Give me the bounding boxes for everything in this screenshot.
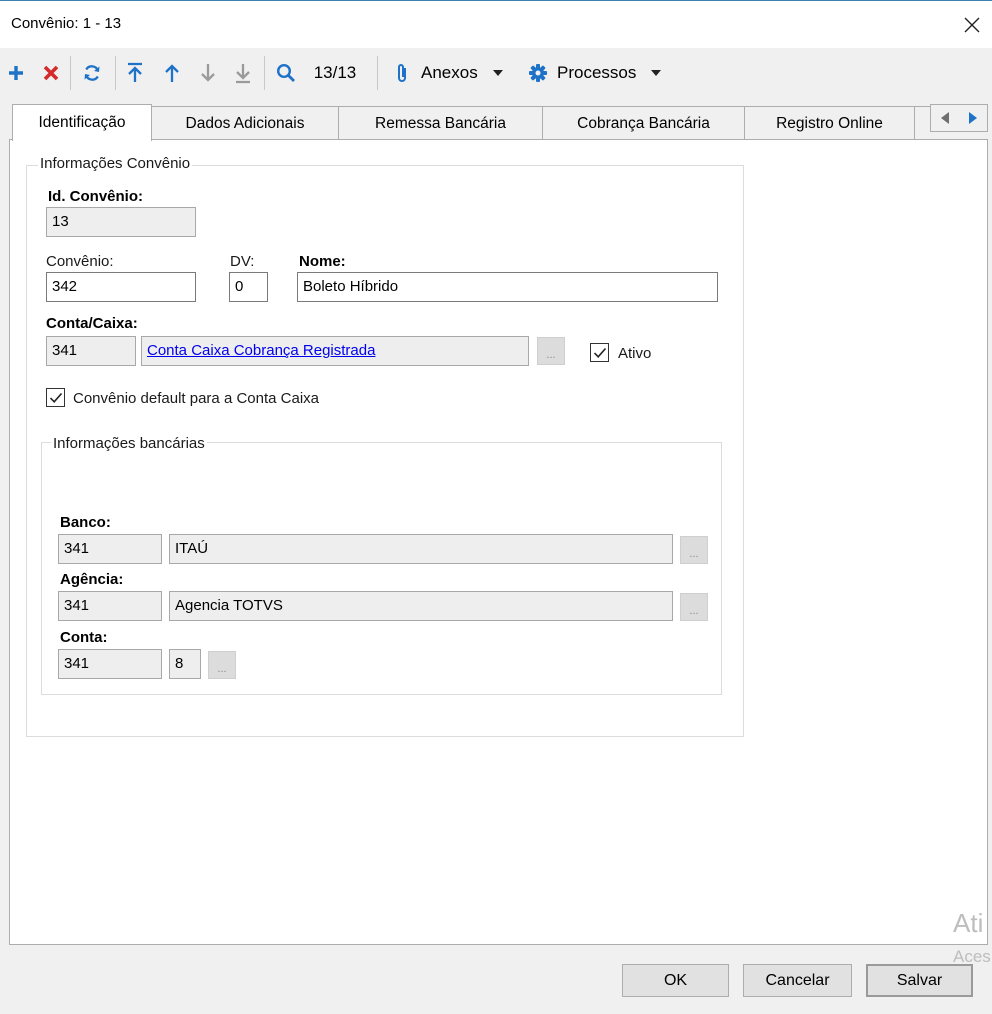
processos-label: Processos xyxy=(557,63,637,82)
conta-caixa-link[interactable]: Conta Caixa Cobrança Registrada xyxy=(147,342,375,359)
paperclip-icon xyxy=(394,62,410,84)
tab-strip: Identificação Dados Adicionais Remessa B… xyxy=(0,104,992,141)
banco-lookup-button[interactable]: ... xyxy=(680,536,708,564)
agencia-label: Agência: xyxy=(60,571,124,588)
dv-label: DV: xyxy=(230,253,255,270)
anexos-label: Anexos xyxy=(421,63,478,82)
checkmark-icon xyxy=(49,392,62,403)
tab-cobranca-bancaria[interactable]: Cobrança Bancária xyxy=(542,106,745,140)
convenio-default-label: Convênio default para a Conta Caixa xyxy=(73,390,319,407)
toolbar: 13/13 Anexos Processos xyxy=(0,48,992,100)
cancel-button[interactable]: Cancelar xyxy=(743,964,852,997)
tab-dados-adicionais[interactable]: Dados Adicionais xyxy=(151,106,339,140)
convenio-field[interactable]: 342 xyxy=(46,272,196,302)
checkmark-icon xyxy=(593,347,606,358)
title-bar: Convênio: 1 - 13 xyxy=(0,0,992,48)
conta-lookup-button[interactable]: ... xyxy=(208,651,236,679)
ativo-label: Ativo xyxy=(618,345,652,362)
last-record-icon[interactable] xyxy=(229,58,257,88)
chevron-down-icon xyxy=(492,69,504,77)
conta-digit-field[interactable]: 8 xyxy=(169,649,201,679)
save-button[interactable]: Salvar xyxy=(866,964,973,997)
activation-watermark-line1: Ati xyxy=(953,908,984,938)
agencia-name-field[interactable]: Agencia TOTVS xyxy=(169,591,673,621)
agencia-lookup-button[interactable]: ... xyxy=(680,593,708,621)
agencia-code-field[interactable]: 341 xyxy=(58,591,162,621)
close-icon[interactable] xyxy=(955,9,989,41)
id-convenio-label: Id. Convênio: xyxy=(48,188,143,205)
ativo-checkbox[interactable] xyxy=(590,343,609,362)
next-record-icon[interactable] xyxy=(194,58,222,88)
banco-code-field[interactable]: 341 xyxy=(58,534,162,564)
arrow-left-icon[interactable] xyxy=(939,111,951,125)
conta-caixa-lookup-button[interactable]: ... xyxy=(537,337,565,365)
banco-label: Banco: xyxy=(60,514,111,531)
tab-registro-online[interactable]: Registro Online xyxy=(744,106,915,140)
gear-icon xyxy=(528,63,548,83)
tab-panel-identificacao: Informações Convênio Id. Convênio: 13 Co… xyxy=(9,139,988,945)
tab-scroll-buttons xyxy=(930,104,988,132)
chevron-down-icon xyxy=(650,69,662,77)
conta-caixa-label: Conta/Caixa: xyxy=(46,315,138,332)
previous-record-icon[interactable] xyxy=(158,58,186,88)
ok-button[interactable]: OK xyxy=(622,964,729,997)
first-record-icon[interactable] xyxy=(121,58,149,88)
tab-identificacao[interactable]: Identificação xyxy=(12,104,152,141)
convenio-default-checkbox[interactable] xyxy=(46,388,65,407)
conta-caixa-name-field[interactable]: Conta Caixa Cobrança Registrada xyxy=(141,336,529,366)
conta-caixa-code-field[interactable]: 341 xyxy=(46,336,136,366)
arrow-right-icon[interactable] xyxy=(967,111,979,125)
tab-remessa-bancaria[interactable]: Remessa Bancária xyxy=(338,106,543,140)
window-title: Convênio: 1 - 13 xyxy=(11,15,122,32)
id-convenio-field[interactable]: 13 xyxy=(46,207,196,237)
conta-code-field[interactable]: 341 xyxy=(58,649,162,679)
search-icon[interactable] xyxy=(272,58,300,88)
processos-menu[interactable]: Processos xyxy=(528,58,674,88)
convenio-label: Convênio: xyxy=(46,253,114,270)
group-legend-bancarias: Informações bancárias xyxy=(51,435,207,452)
banco-name-field[interactable]: ITAÚ xyxy=(169,534,673,564)
nome-field[interactable]: Boleto Híbrido xyxy=(297,272,718,302)
add-icon[interactable] xyxy=(4,58,28,88)
refresh-icon[interactable] xyxy=(78,58,106,88)
record-counter: 13/13 xyxy=(313,63,357,82)
conta-label: Conta: xyxy=(60,629,108,646)
dv-field[interactable]: 0 xyxy=(229,272,268,302)
nome-label: Nome: xyxy=(299,253,346,270)
anexos-menu[interactable]: Anexos xyxy=(394,58,516,88)
group-legend-convenio: Informações Convênio xyxy=(38,155,193,172)
delete-icon[interactable] xyxy=(38,58,64,88)
